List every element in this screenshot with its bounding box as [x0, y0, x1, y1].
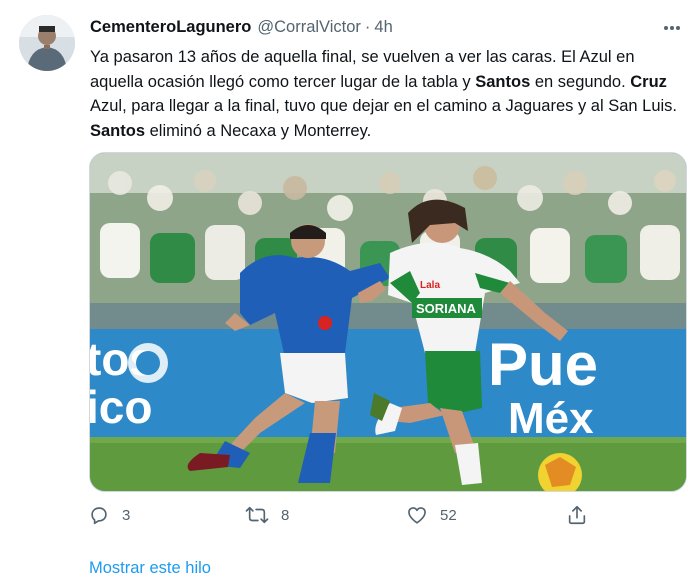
tweet-text-bold: Cruz [630, 72, 667, 91]
photo-image: tos ico Pue Méx SORIANA Lala [90, 153, 686, 491]
share-button[interactable] [566, 502, 588, 528]
show-thread-link[interactable]: Mostrar este hilo [89, 559, 211, 578]
retweet-icon [245, 506, 269, 524]
like-icon [408, 507, 426, 524]
banner-left-text: ico [90, 381, 152, 433]
tweet-actions: 3 8 52 [88, 502, 608, 528]
banner-right-text: Pue [488, 331, 598, 398]
reply-icon [91, 507, 107, 525]
author-handle[interactable]: @CorralVictor [257, 18, 361, 37]
tweet-text-part: eliminó a Necaxa y Monterrey. [145, 121, 372, 140]
reply-count: 3 [122, 506, 131, 524]
separator-dot: · [364, 18, 371, 36]
share-icon [568, 505, 586, 525]
author-name[interactable]: CementeroLagunero [90, 18, 251, 37]
tweet-header: CementeroLagunero @CorralVictor · 4h [90, 18, 393, 42]
tweet-text-part: en segundo. [530, 72, 631, 91]
like-button[interactable]: 52 [406, 502, 457, 528]
reply-button[interactable]: 3 [88, 502, 130, 528]
retweet-button[interactable]: 8 [245, 502, 289, 528]
more-icon[interactable] [658, 18, 686, 38]
tweet-text-bold: Santos [475, 72, 531, 91]
avatar-image [19, 15, 75, 71]
tweet-text-part: Azul, para llegar a la final, tuvo que d… [90, 97, 678, 115]
timestamp[interactable]: 4h [374, 18, 392, 37]
jersey-text-sponsor: Lala [420, 280, 440, 291]
banner-right-text: Méx [508, 394, 594, 443]
retweet-count: 8 [281, 506, 290, 524]
like-count: 52 [440, 506, 457, 524]
avatar[interactable] [19, 15, 75, 71]
jersey-text: SORIANA [416, 301, 477, 316]
tweet-text-bold: Santos [90, 121, 146, 140]
tweet-photo[interactable]: tos ico Pue Méx SORIANA Lala [89, 152, 687, 492]
tweet-text: Ya pasaron 13 años de aquella final, se … [90, 45, 690, 143]
